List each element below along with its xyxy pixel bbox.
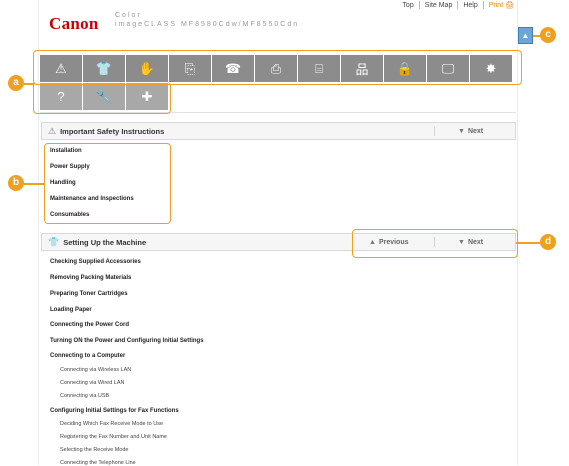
setup-link-packing[interactable]: Removing Packing Materials bbox=[50, 275, 131, 281]
safety-next-button[interactable]: ▼ Next bbox=[458, 123, 483, 139]
safety-section-title: Important Safety Instructions bbox=[60, 126, 165, 136]
callout-d-badge: d bbox=[540, 234, 556, 250]
setup-section-title: Setting Up the Machine bbox=[63, 237, 147, 247]
callout-b-box bbox=[44, 143, 171, 224]
setup-link-accessories[interactable]: Checking Supplied Accessories bbox=[50, 259, 141, 265]
setup-sublink-usb[interactable]: Connecting via USB bbox=[60, 393, 109, 399]
nav-divider bbox=[482, 1, 484, 9]
product-name: Color imageCLASS MF8580Cdw/MF8550Cdn bbox=[115, 12, 300, 28]
callout-d-line bbox=[516, 242, 541, 244]
arrow-up-icon: ▲ bbox=[521, 31, 530, 40]
setup-link-power-on[interactable]: Turning ON the Power and Configuring Ini… bbox=[50, 338, 204, 344]
callout-a-box-bottom bbox=[33, 82, 171, 114]
setup-sublink-fax-receive-mode[interactable]: Deciding Which Fax Receive Mode to Use bbox=[60, 421, 163, 427]
callout-b-line bbox=[24, 183, 45, 185]
setup-sublink-receive-mode[interactable]: Selecting the Receive Mode bbox=[60, 447, 128, 453]
setup-sublink-wireless[interactable]: Connecting via Wireless LAN bbox=[60, 367, 131, 373]
page-top-button[interactable]: ▲ bbox=[518, 27, 533, 44]
setup-link-loading-paper[interactable]: Loading Paper bbox=[50, 307, 92, 313]
warning-icon: ⚠ bbox=[48, 125, 57, 136]
setup-sublink-telephone-line[interactable]: Connecting the Telephone Line bbox=[60, 460, 136, 466]
setup-link-power-cord[interactable]: Connecting the Power Cord bbox=[50, 322, 129, 328]
setup-sublink-fax-number[interactable]: Registering the Fax Number and Unit Name bbox=[60, 434, 167, 440]
callout-d-box bbox=[352, 229, 518, 258]
callout-c-badge: c bbox=[540, 27, 556, 43]
machine-icon: 👕 bbox=[48, 236, 60, 247]
nav-site-map-link[interactable]: Site Map bbox=[425, 2, 453, 9]
setup-sublink-wired[interactable]: Connecting via Wired LAN bbox=[60, 380, 125, 386]
nav-divider bbox=[434, 126, 435, 136]
nav-divider bbox=[418, 1, 420, 9]
safety-section-header: ⚠ Important Safety Instructions ▼ Next bbox=[41, 122, 516, 140]
canon-logo[interactable]: Canon bbox=[49, 14, 99, 34]
nav-divider bbox=[457, 1, 459, 9]
callout-b-badge: b bbox=[8, 175, 24, 191]
callout-a-box-top bbox=[33, 50, 522, 85]
nav-top-link[interactable]: Top bbox=[402, 2, 413, 9]
callout-a-badge: a bbox=[8, 75, 24, 91]
print-icon: 🖨 bbox=[505, 2, 514, 9]
callout-a-line bbox=[24, 83, 34, 85]
print-link[interactable]: Print 🖨 bbox=[489, 1, 514, 9]
setup-link-fax-settings[interactable]: Configuring Initial Settings for Fax Fun… bbox=[50, 408, 179, 414]
triangle-down-icon: ▼ bbox=[458, 127, 465, 135]
setup-link-toner[interactable]: Preparing Toner Cartridges bbox=[50, 291, 128, 297]
nav-help-link[interactable]: Help bbox=[463, 2, 477, 9]
top-navigation: Top Site Map Help Print 🖨 bbox=[402, 1, 514, 9]
setup-link-connect-computer[interactable]: Connecting to a Computer bbox=[50, 353, 125, 359]
